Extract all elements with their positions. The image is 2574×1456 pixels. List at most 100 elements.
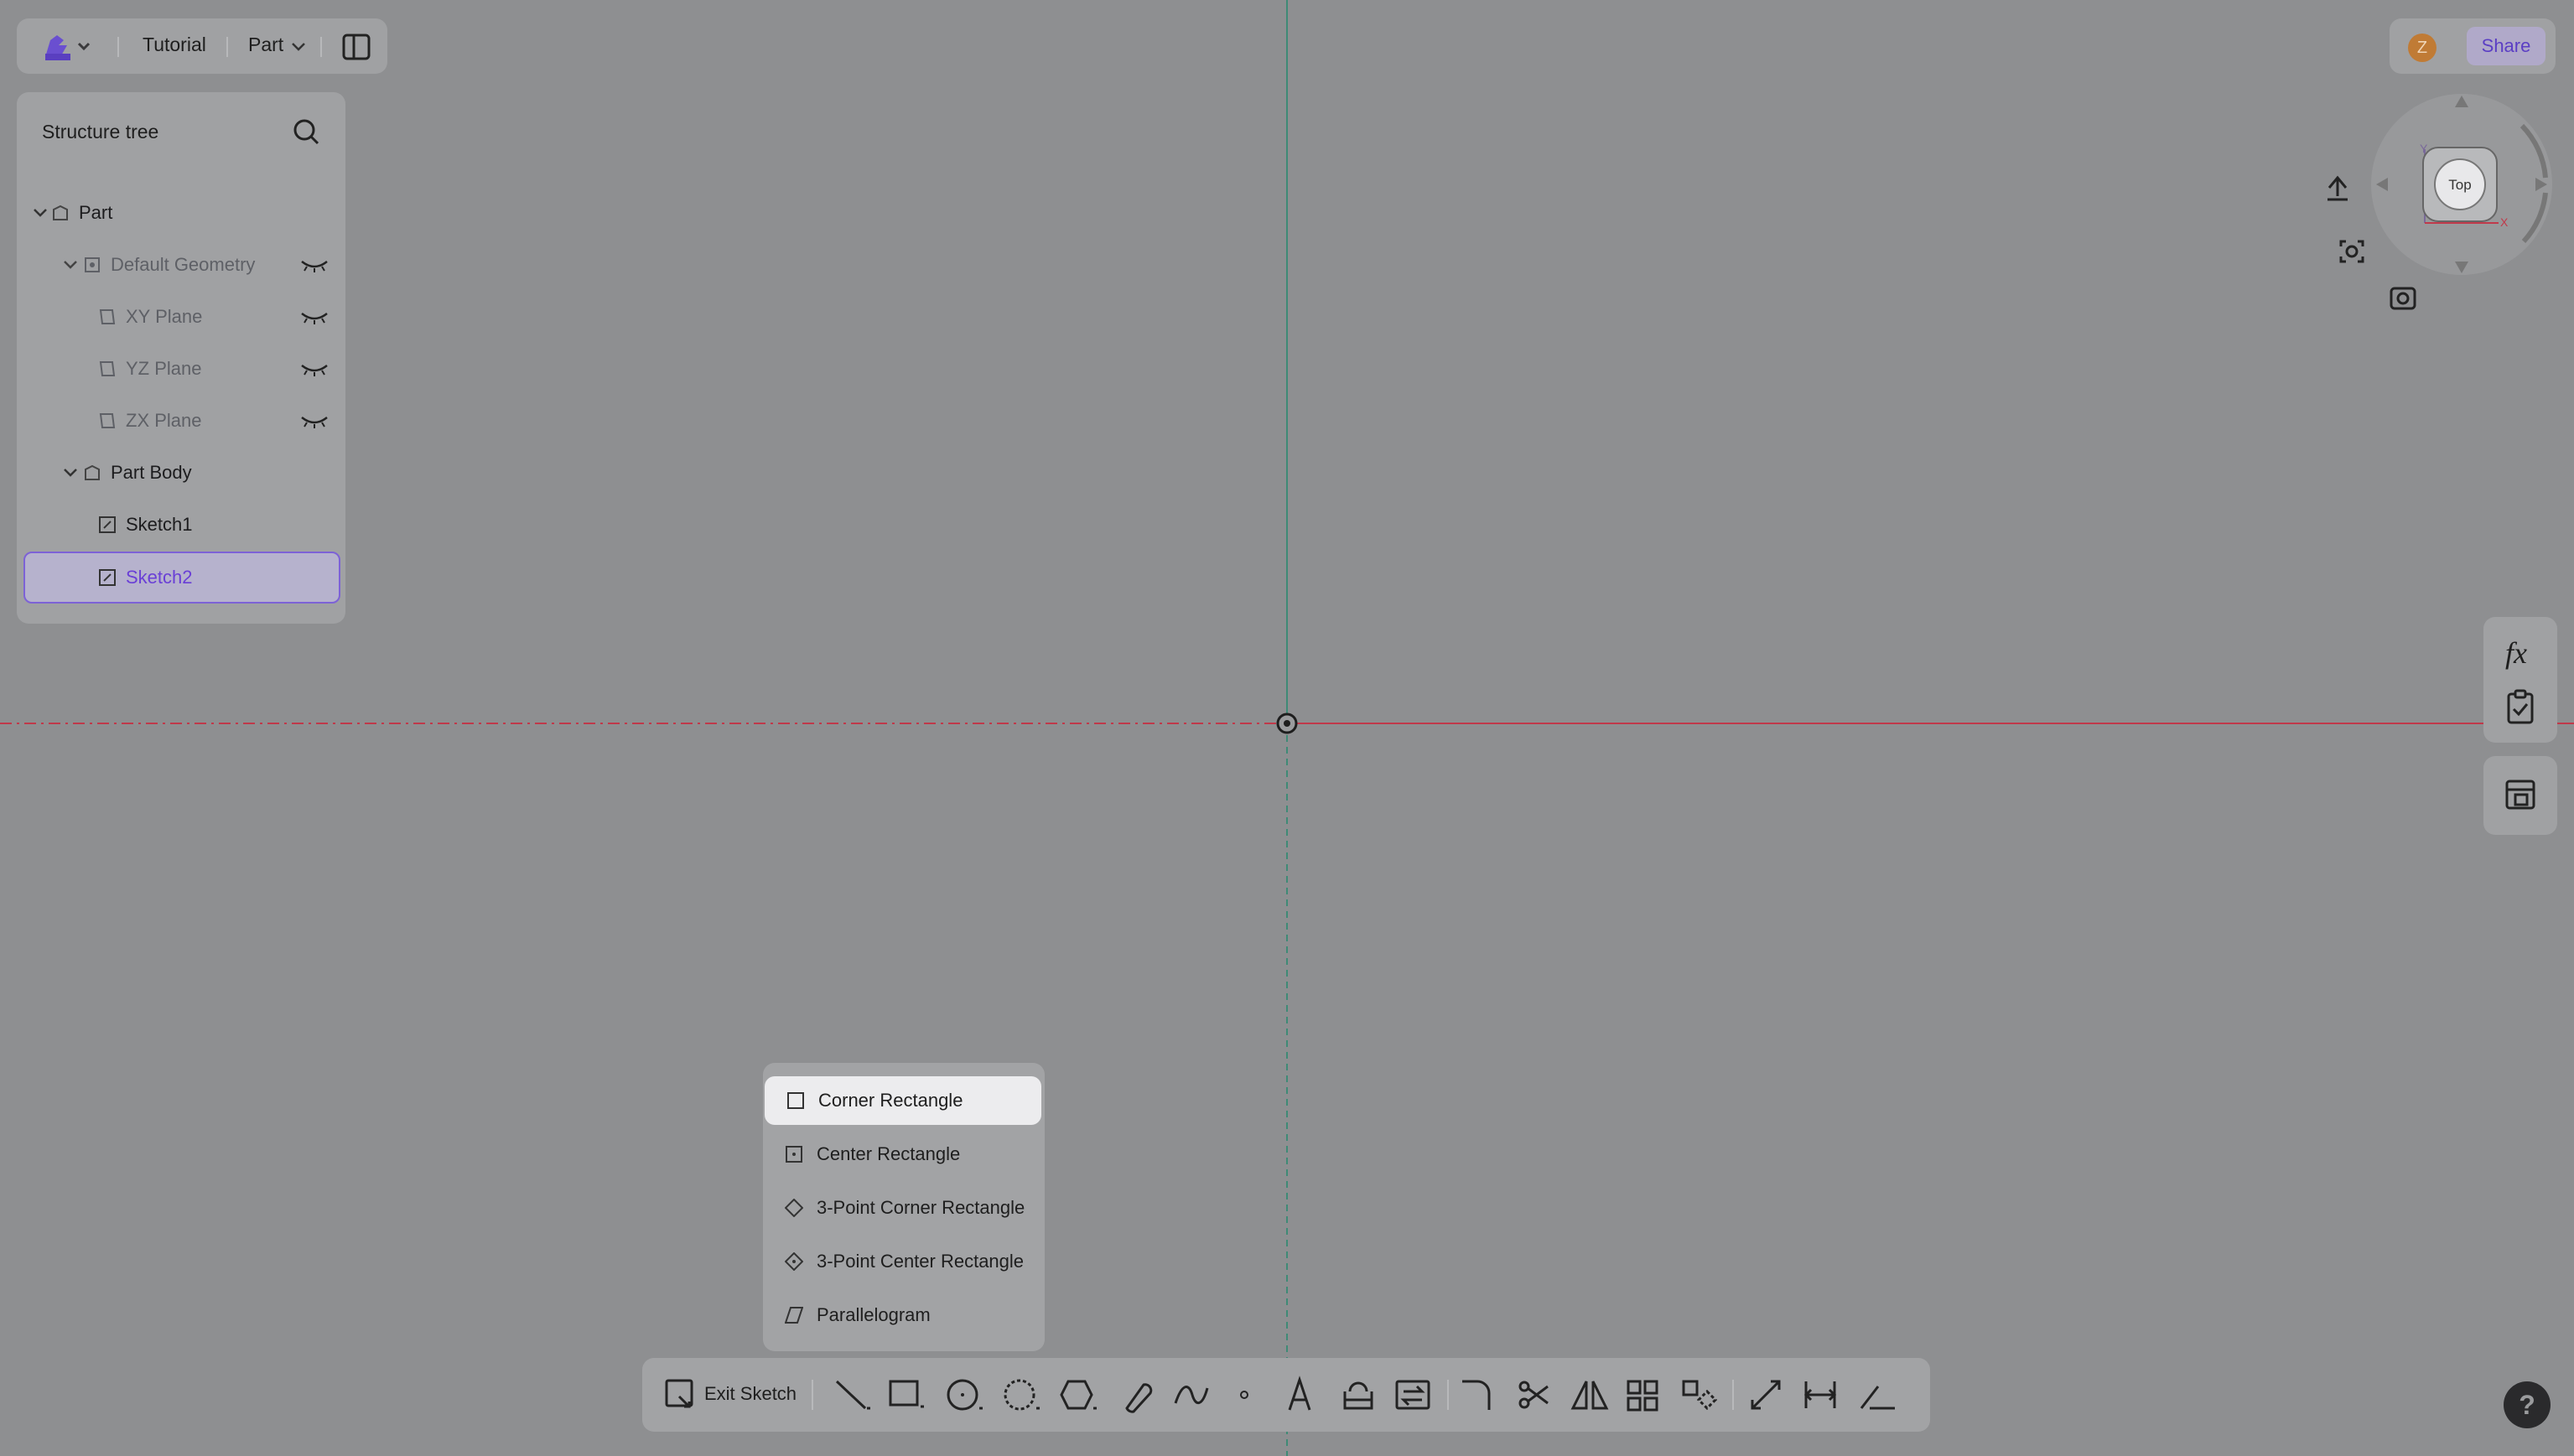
formula-icon[interactable]: fx — [2505, 635, 2527, 671]
tree-item-label: YZ Plane — [126, 358, 202, 379]
divider — [1447, 1380, 1449, 1410]
circle-tool-icon[interactable] — [944, 1375, 986, 1415]
view-cube-face-label: Top — [2448, 177, 2471, 193]
arc-tool-icon[interactable] — [1001, 1375, 1043, 1415]
3-point-center-rectangle-icon — [785, 1252, 803, 1271]
menu-item-label: Parallelogram — [817, 1304, 931, 1325]
part-icon — [53, 205, 68, 220]
menu-item-label: 3-Point Center Rectangle — [817, 1251, 1025, 1272]
axis-x-label: X — [2500, 215, 2509, 229]
panel-layout-icon[interactable] — [342, 34, 371, 60]
tree-item-label: XY Plane — [126, 306, 203, 327]
exit-sketch-button[interactable]: Exit Sketch — [704, 1383, 797, 1405]
tree-item-label: ZX Plane — [126, 410, 202, 431]
plane-icon — [99, 413, 116, 428]
menu-item-parallelogram[interactable]: Parallelogram — [763, 1291, 1045, 1339]
share-button[interactable]: Share — [2467, 27, 2545, 65]
tree-item-label: Part Body — [111, 462, 192, 483]
transform-tool-icon[interactable] — [1680, 1375, 1722, 1415]
fillet-tool-icon[interactable] — [1459, 1375, 1501, 1415]
eye-closed-icon[interactable] — [300, 412, 329, 431]
table-icon[interactable] — [2505, 780, 2535, 810]
point-tool-icon[interactable] — [1227, 1375, 1269, 1415]
search-icon[interactable] — [292, 117, 320, 146]
divider — [812, 1380, 813, 1410]
fit-view-icon[interactable] — [2339, 240, 2364, 263]
spline-tool-icon[interactable] — [1172, 1375, 1214, 1415]
tree-item-part[interactable]: Part — [23, 188, 339, 238]
plane-icon — [99, 309, 116, 324]
plane-icon — [99, 361, 116, 376]
divider — [226, 37, 228, 57]
chevron-down-icon[interactable] — [290, 40, 307, 54]
projection-icon[interactable] — [2390, 287, 2416, 310]
chevron-down-icon[interactable] — [62, 256, 79, 273]
slot-tool-icon[interactable] — [1115, 1375, 1157, 1415]
rectangle-tool-icon[interactable] — [887, 1375, 929, 1415]
menu-item-3-point-corner-rectangle[interactable]: 3-Point Corner Rectangle — [763, 1184, 1045, 1232]
avatar[interactable]: Z — [2408, 34, 2436, 62]
eye-closed-icon[interactable] — [300, 256, 329, 275]
tree-item-zx-plane[interactable]: ZX Plane — [23, 396, 339, 446]
tree-item-default-geometry[interactable]: Default Geometry — [23, 240, 339, 290]
pattern-tool-icon[interactable] — [1625, 1375, 1667, 1415]
tree-item-xy-plane[interactable]: XY Plane — [23, 292, 339, 342]
menu-item-label: Corner Rectangle — [818, 1090, 963, 1111]
breadcrumb-document[interactable]: Tutorial — [143, 34, 206, 56]
line-tool-icon[interactable] — [832, 1375, 874, 1415]
constraint-tool-icon[interactable] — [1858, 1375, 1900, 1415]
chevron-down-icon[interactable] — [32, 205, 49, 221]
structure-tree-panel: Structure tree Part Default Geometry XY … — [17, 92, 345, 624]
text-tool-icon[interactable] — [1283, 1375, 1325, 1415]
3-point-corner-rectangle-icon — [785, 1199, 803, 1217]
origin-point — [1276, 712, 1298, 734]
checklist-icon[interactable] — [2505, 689, 2535, 724]
tree-item-label: Sketch2 — [126, 567, 193, 588]
construction-tool-icon[interactable] — [1746, 1375, 1788, 1415]
convert-tool-icon[interactable] — [1393, 1375, 1435, 1415]
parallelogram-icon — [785, 1307, 803, 1324]
divider — [117, 37, 119, 57]
menu-item-center-rectangle[interactable]: Center Rectangle — [763, 1130, 1045, 1179]
sketch-canvas[interactable] — [0, 0, 2574, 1456]
chevron-down-icon[interactable] — [62, 464, 79, 481]
mirror-tool-icon[interactable] — [1570, 1375, 1611, 1415]
top-bar: Tutorial Part — [17, 18, 387, 74]
polygon-tool-icon[interactable] — [1058, 1375, 1100, 1415]
sketch-toolbar: Exit Sketch — [642, 1358, 1930, 1432]
help-button[interactable]: ? — [2504, 1381, 2551, 1428]
eye-closed-icon[interactable] — [300, 308, 329, 327]
menu-item-corner-rectangle[interactable]: Corner Rectangle — [765, 1076, 1041, 1125]
view-navigator: Y X Top — [2327, 94, 2552, 310]
divider — [320, 37, 322, 57]
right-tools-panel: fx — [2483, 617, 2557, 743]
home-view-icon[interactable] — [2327, 175, 2348, 201]
tree-item-sketch2[interactable]: Sketch2 — [23, 552, 340, 604]
sketch-icon — [99, 516, 116, 533]
offset-tool-icon[interactable] — [1338, 1375, 1380, 1415]
tree-item-part-body[interactable]: Part Body — [23, 448, 339, 498]
tree-item-sketch1[interactable]: Sketch1 — [23, 500, 339, 550]
menu-item-label: 3-Point Corner Rectangle — [817, 1197, 1025, 1218]
center-rectangle-icon — [786, 1146, 802, 1163]
tree-item-label: Part — [79, 202, 113, 223]
tree-item-label: Default Geometry — [111, 254, 256, 275]
structure-tree-title: Structure tree — [42, 121, 159, 142]
sketch-icon — [99, 569, 116, 586]
dimension-tool-icon[interactable] — [1801, 1375, 1843, 1415]
rectangle-tool-menu: Corner Rectangle Center Rectangle 3-Poin… — [763, 1063, 1045, 1351]
workspace-dropdown[interactable]: Part — [248, 34, 283, 56]
body-icon — [85, 464, 100, 480]
geometry-icon — [85, 257, 100, 272]
app-logo-icon[interactable] — [39, 28, 92, 64]
menu-item-label: Center Rectangle — [817, 1143, 961, 1164]
menu-item-3-point-center-rectangle[interactable]: 3-Point Center Rectangle — [763, 1237, 1045, 1286]
eye-closed-icon[interactable] — [300, 360, 329, 379]
collaboration-bar: Z Share — [2390, 18, 2556, 74]
corner-rectangle-icon — [787, 1092, 804, 1109]
right-tools-panel-2 — [2483, 756, 2557, 835]
divider — [1732, 1380, 1734, 1410]
trim-tool-icon[interactable] — [1514, 1375, 1556, 1415]
tree-item-yz-plane[interactable]: YZ Plane — [23, 344, 339, 394]
exit-sketch-icon[interactable] — [664, 1378, 698, 1412]
